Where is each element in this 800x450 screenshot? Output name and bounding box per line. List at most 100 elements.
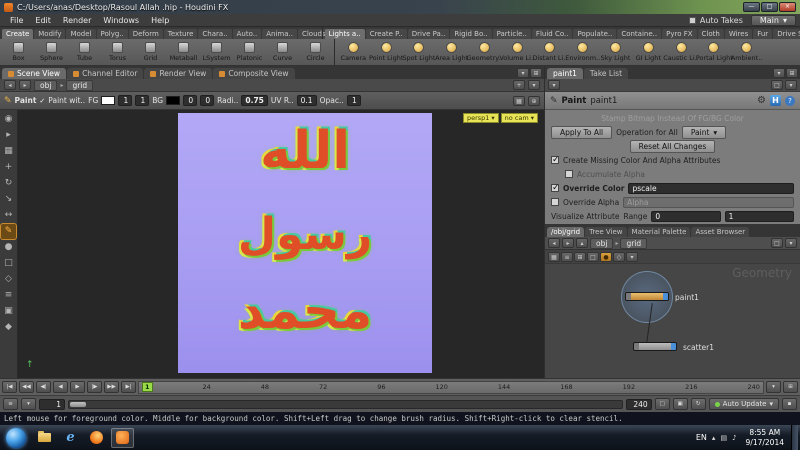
shelf-tool[interactable]: Platonic bbox=[233, 39, 266, 65]
frame-label[interactable]: 120 bbox=[436, 383, 448, 391]
override-color-field[interactable]: pscale bbox=[628, 182, 794, 194]
paint-tool-icon[interactable] bbox=[1, 224, 16, 239]
split-pane-icon[interactable] bbox=[530, 68, 542, 78]
color-palette-icon[interactable] bbox=[600, 251, 612, 262]
node-body[interactable] bbox=[639, 343, 671, 350]
fg-value-2[interactable]: 1 bbox=[135, 95, 150, 106]
translate-tool-icon[interactable] bbox=[1, 160, 16, 175]
realtime-toggle-icon[interactable] bbox=[654, 398, 670, 410]
shelf-tab[interactable]: Create bbox=[2, 29, 34, 39]
lock-icon[interactable] bbox=[782, 398, 797, 410]
gear-icon[interactable] bbox=[757, 95, 766, 106]
shelf-tab[interactable]: Polyg.. bbox=[96, 29, 128, 39]
loop-mode-icon[interactable] bbox=[672, 398, 688, 410]
node-label[interactable]: paint1 bbox=[675, 293, 699, 302]
shelf-tool[interactable]: Spot Light bbox=[402, 39, 435, 65]
shelf-tab[interactable]: Rigid Bo.. bbox=[450, 29, 492, 39]
pane-menu-icon[interactable] bbox=[773, 68, 785, 78]
explorer-icon[interactable] bbox=[33, 428, 56, 448]
snap-mode-icon[interactable] bbox=[1, 272, 16, 287]
camera-menu[interactable]: persp1 bbox=[462, 113, 499, 123]
bg-value-1[interactable]: 0 bbox=[183, 95, 198, 106]
node-menu-icon[interactable] bbox=[548, 80, 560, 90]
auto-takes-checkbox[interactable] bbox=[688, 16, 696, 24]
display-options-icon[interactable] bbox=[626, 251, 638, 262]
more-options-icon[interactable] bbox=[785, 80, 797, 90]
node-name-field[interactable]: paint1 bbox=[590, 96, 617, 106]
rotate-tool-icon[interactable] bbox=[1, 176, 16, 191]
shelf-tool[interactable]: Distant Li.. bbox=[532, 39, 568, 65]
network-tray-icon[interactable] bbox=[720, 434, 727, 442]
node-body[interactable] bbox=[631, 293, 663, 300]
play-icon[interactable] bbox=[70, 381, 85, 393]
node-paint1[interactable] bbox=[625, 292, 669, 301]
shelf-tab[interactable]: Create P.. bbox=[365, 29, 407, 39]
shelf-tool[interactable]: LSystem bbox=[200, 39, 233, 65]
auto-update-dropdown[interactable]: Auto Update bbox=[708, 398, 779, 410]
frame-label[interactable]: 48 bbox=[261, 383, 269, 391]
shape-palette-icon[interactable] bbox=[613, 251, 625, 262]
net-path-node[interactable]: grid bbox=[620, 237, 648, 249]
shelf-tab[interactable]: Anima.. bbox=[262, 29, 297, 39]
apply-to-all-button[interactable]: Apply To All bbox=[551, 125, 613, 139]
network-tab[interactable]: /obj/grid bbox=[547, 227, 585, 237]
snap-icon[interactable] bbox=[528, 95, 540, 106]
check-icon[interactable] bbox=[39, 97, 45, 105]
shelf-tool[interactable]: Geometry.. bbox=[467, 39, 502, 65]
sculpt-tool-icon[interactable] bbox=[1, 240, 16, 255]
select-geometry-icon[interactable] bbox=[1, 144, 16, 159]
pane-tab[interactable]: paint1 bbox=[547, 68, 583, 79]
menu-item[interactable]: Windows bbox=[97, 16, 145, 25]
edit-tool-icon[interactable] bbox=[1, 256, 16, 271]
path-context[interactable]: obj bbox=[34, 79, 58, 91]
node-display-flag[interactable] bbox=[671, 343, 676, 350]
shelf-tool[interactable]: Sphere bbox=[35, 39, 68, 65]
step-back-icon[interactable] bbox=[53, 381, 68, 393]
range-min-field[interactable]: 0 bbox=[651, 210, 721, 222]
range-start-field[interactable]: 1 bbox=[39, 398, 65, 410]
select-tool-icon[interactable] bbox=[1, 128, 16, 143]
shelf-tool[interactable]: Area Light bbox=[435, 39, 468, 65]
shelf-tab[interactable]: Chara.. bbox=[198, 29, 232, 39]
fast-forward-icon[interactable] bbox=[104, 381, 119, 393]
net-options-icon[interactable] bbox=[785, 238, 797, 248]
path-node[interactable]: grid bbox=[66, 79, 94, 91]
options-icon[interactable] bbox=[528, 80, 540, 90]
view-tool-icon[interactable] bbox=[1, 112, 16, 127]
shelf-tool[interactable]: Portal Light bbox=[696, 39, 732, 65]
shelf-tab[interactable]: Drive Pa.. bbox=[407, 29, 450, 39]
houdini-taskbar-icon[interactable] bbox=[111, 427, 134, 448]
tool-name-label[interactable]: Paint bbox=[15, 96, 37, 105]
play-reverse-icon[interactable] bbox=[19, 381, 34, 393]
internet-explorer-icon[interactable] bbox=[59, 428, 82, 448]
frame-range-slider[interactable] bbox=[68, 399, 623, 409]
opacity-field[interactable]: 1 bbox=[346, 95, 361, 106]
shelf-tool[interactable]: Grid bbox=[134, 39, 167, 65]
help-icon[interactable]: ? bbox=[785, 95, 795, 106]
close-icon[interactable] bbox=[779, 2, 796, 12]
shelf-tool[interactable]: GI Light bbox=[632, 39, 665, 65]
net-path-context[interactable]: obj bbox=[590, 237, 614, 249]
forward-icon[interactable] bbox=[19, 80, 31, 90]
take-menu-button[interactable]: Main bbox=[750, 14, 796, 26]
fg-value-1[interactable]: 1 bbox=[118, 95, 133, 106]
frame-label[interactable]: 216 bbox=[685, 383, 697, 391]
volume-icon[interactable] bbox=[732, 434, 736, 442]
network-tab[interactable]: Material Palette bbox=[627, 227, 691, 237]
pin-icon[interactable] bbox=[771, 80, 783, 90]
node-label[interactable]: scatter1 bbox=[683, 343, 714, 352]
split-pane-icon[interactable] bbox=[786, 68, 798, 78]
shelf-tab[interactable]: Texture bbox=[163, 29, 198, 39]
network-view[interactable]: Geometry paint1 scatter1 bbox=[545, 264, 800, 378]
shelf-tab[interactable]: Lights a.. bbox=[324, 29, 365, 39]
go-to-start-icon[interactable] bbox=[2, 381, 17, 393]
add-icon[interactable] bbox=[513, 80, 525, 90]
viewport[interactable]: الله رسول محمد persp1 no cam bbox=[0, 110, 544, 378]
shelf-tab[interactable]: Fur bbox=[753, 29, 773, 39]
frame-label[interactable]: 192 bbox=[623, 383, 635, 391]
shelf-tab[interactable]: Model bbox=[66, 29, 96, 39]
shelf-tool[interactable]: Metaball bbox=[167, 39, 200, 65]
shelf-tab[interactable]: Deform bbox=[128, 29, 163, 39]
clock[interactable]: 8:55 AM 9/17/2014 bbox=[742, 428, 788, 447]
menu-item[interactable]: Help bbox=[145, 16, 175, 25]
